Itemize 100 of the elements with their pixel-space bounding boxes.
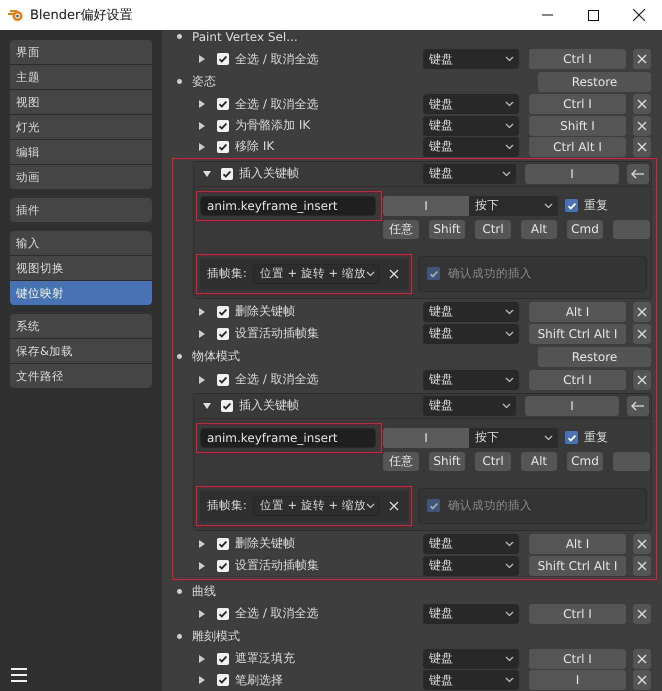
- sidebar-item[interactable]: 动画: [10, 165, 152, 189]
- modifier-button[interactable]: Alt: [521, 220, 557, 239]
- key-button[interactable]: Ctrl I: [529, 370, 626, 390]
- remove-button[interactable]: [633, 136, 651, 157]
- checkbox[interactable]: [217, 53, 229, 66]
- expand-triangle-icon[interactable]: [198, 562, 206, 570]
- checkbox[interactable]: [217, 538, 229, 550]
- keying-set-dropdown[interactable]: 位置 + 旋转 + 缩放: [252, 264, 380, 284]
- key-button[interactable]: Ctrl I: [529, 604, 626, 624]
- modifier-button[interactable]: Cmd: [567, 220, 603, 239]
- event-dropdown[interactable]: 按下: [469, 196, 558, 216]
- expand-triangle-icon[interactable]: [198, 55, 206, 64]
- modifier-button[interactable]: Cmd: [567, 452, 603, 471]
- remove-button[interactable]: [633, 556, 651, 576]
- expand-triangle-icon[interactable]: [198, 308, 206, 316]
- key-button[interactable]: Ctrl I: [529, 648, 626, 669]
- checkbox[interactable]: [217, 374, 229, 386]
- modifier-button[interactable]: Ctrl: [475, 452, 511, 471]
- checkbox[interactable]: [217, 652, 229, 665]
- checkbox[interactable]: [221, 400, 233, 412]
- input-type-dropdown[interactable]: 键盘: [423, 396, 516, 416]
- restore-item-button[interactable]: [627, 164, 649, 184]
- key-button[interactable]: Ctrl I: [529, 94, 626, 114]
- expand-triangle-icon[interactable]: [198, 676, 206, 684]
- sidebar-item[interactable]: 插件: [10, 198, 152, 222]
- modifier-button[interactable]: Alt: [521, 452, 557, 471]
- collapse-triangle-icon[interactable]: [203, 402, 211, 410]
- sidebar-item[interactable]: 视图: [10, 90, 152, 114]
- modifier-button[interactable]: Ctrl: [475, 220, 511, 239]
- remove-button[interactable]: [633, 324, 651, 344]
- sidebar-item[interactable]: 界面: [10, 40, 152, 64]
- sidebar-item[interactable]: 键位映射: [10, 281, 152, 305]
- remove-button[interactable]: [633, 670, 651, 690]
- expand-triangle-icon[interactable]: [198, 540, 206, 548]
- input-type-dropdown[interactable]: 键盘: [423, 164, 516, 184]
- expand-triangle-icon[interactable]: [198, 142, 206, 151]
- restore-button[interactable]: Restore: [538, 72, 651, 92]
- sidebar-item[interactable]: 系统: [10, 314, 152, 338]
- remove-button[interactable]: [633, 302, 651, 322]
- checkbox[interactable]: [217, 140, 229, 153]
- input-type-dropdown[interactable]: 键盘: [423, 136, 519, 157]
- expand-triangle-icon[interactable]: [198, 610, 206, 618]
- key-button[interactable]: Alt I: [529, 302, 626, 322]
- sidebar-item[interactable]: 文件路径: [10, 364, 152, 388]
- key-button[interactable]: Shift Ctrl Alt I: [529, 556, 626, 576]
- input-type-dropdown[interactable]: 键盘: [423, 534, 519, 554]
- key-button[interactable]: I: [529, 670, 626, 690]
- expand-triangle-icon[interactable]: [198, 654, 206, 663]
- input-type-dropdown[interactable]: 键盘: [423, 302, 519, 322]
- remove-button[interactable]: [633, 94, 651, 114]
- input-type-dropdown[interactable]: 键盘: [423, 49, 519, 70]
- checkbox[interactable]: [217, 120, 229, 132]
- expand-triangle-icon[interactable]: [198, 122, 206, 130]
- operator-field[interactable]: anim.keyframe_insert: [200, 428, 376, 448]
- modifier-button[interactable]: 任意: [383, 452, 419, 471]
- key-button[interactable]: I: [383, 428, 469, 448]
- checkbox[interactable]: [565, 199, 578, 212]
- sidebar-item[interactable]: 主题: [10, 65, 152, 89]
- operator-field[interactable]: anim.keyframe_insert: [200, 196, 376, 216]
- modifier-button[interactable]: Shift: [429, 452, 465, 471]
- remove-button[interactable]: [633, 370, 651, 390]
- checkbox[interactable]: [217, 306, 229, 318]
- checkbox[interactable]: [217, 560, 229, 572]
- key-button[interactable]: Ctrl I: [529, 49, 626, 70]
- input-type-dropdown[interactable]: 键盘: [423, 670, 519, 690]
- input-type-dropdown[interactable]: 键盘: [423, 94, 519, 114]
- key-button[interactable]: Shift Ctrl Alt I: [529, 324, 626, 344]
- collapse-triangle-icon[interactable]: [203, 170, 211, 178]
- expand-triangle-icon[interactable]: [198, 100, 206, 108]
- remove-button[interactable]: [633, 604, 651, 624]
- remove-button[interactable]: [633, 116, 651, 136]
- expand-triangle-icon[interactable]: [198, 376, 206, 384]
- event-dropdown[interactable]: 按下: [469, 428, 558, 448]
- key-button[interactable]: Shift I: [529, 116, 626, 136]
- checkbox[interactable]: [217, 608, 229, 620]
- key-button[interactable]: I: [383, 196, 469, 216]
- remove-button[interactable]: [633, 534, 651, 554]
- remove-button[interactable]: [633, 648, 651, 669]
- sidebar-item[interactable]: 视图切换: [10, 256, 152, 280]
- expand-triangle-icon[interactable]: [198, 330, 206, 338]
- sidebar-item[interactable]: 编辑: [10, 140, 152, 164]
- checkbox[interactable]: [221, 168, 233, 180]
- remove-button[interactable]: [633, 49, 651, 70]
- modifier-button[interactable]: 任意: [383, 220, 419, 239]
- input-type-dropdown[interactable]: 键盘: [423, 370, 519, 390]
- key-button[interactable]: Alt I: [529, 534, 626, 554]
- input-type-dropdown[interactable]: 键盘: [423, 604, 519, 624]
- input-type-dropdown[interactable]: 键盘: [423, 556, 519, 576]
- keying-set-dropdown[interactable]: 位置 + 旋转 + 缩放: [252, 496, 380, 516]
- input-type-dropdown[interactable]: 键盘: [423, 648, 519, 669]
- menu-icon[interactable]: [10, 667, 28, 683]
- checkbox[interactable]: [565, 431, 578, 444]
- checkbox[interactable]: [217, 98, 229, 110]
- checkbox[interactable]: [217, 328, 229, 340]
- key-button[interactable]: Ctrl Alt I: [529, 136, 626, 157]
- restore-item-button[interactable]: [627, 396, 649, 416]
- checkbox[interactable]: [217, 674, 229, 686]
- sidebar-item[interactable]: 保存&加载: [10, 339, 152, 363]
- input-type-dropdown[interactable]: 键盘: [423, 116, 519, 136]
- input-type-dropdown[interactable]: 键盘: [423, 324, 519, 344]
